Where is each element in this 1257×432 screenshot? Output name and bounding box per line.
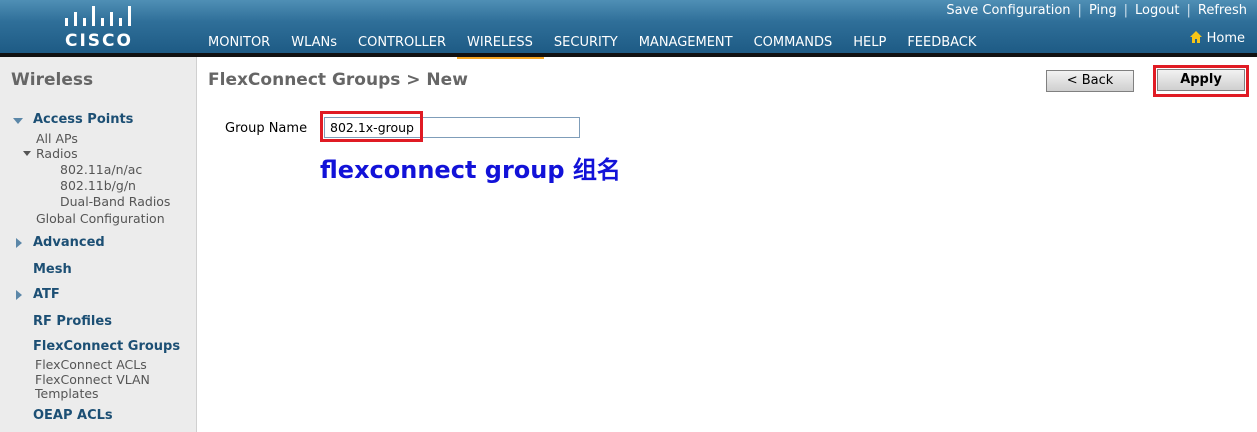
- expanded-arrow-small-icon[interactable]: [23, 151, 31, 156]
- separator: |: [1077, 3, 1082, 18]
- back-button[interactable]: < Back: [1046, 70, 1134, 92]
- sidebar-item-advanced[interactable]: Advanced: [33, 235, 105, 250]
- top-links: Save Configuration | Ping | Logout | Refresh: [946, 3, 1247, 18]
- page-title: FlexConnect Groups > New: [208, 70, 468, 90]
- sidebar-item-oeap-acls[interactable]: OEAP ACLs: [33, 408, 113, 423]
- refresh-link[interactable]: Refresh: [1198, 3, 1247, 18]
- sidebar-item-access-points[interactable]: Access Points: [33, 112, 133, 127]
- home-icon: [1189, 31, 1202, 43]
- sidebar-item-flexconnect-vlan[interactable]: FlexConnect VLAN: [35, 372, 150, 387]
- sidebar-item-flexconnect-vlan-templates[interactable]: Templates: [35, 386, 99, 401]
- group-name-label: Group Name: [225, 121, 308, 136]
- separator: |: [1186, 3, 1191, 18]
- cisco-logo-text: CISCO: [65, 31, 133, 51]
- sidebar-item-all-aps[interactable]: All APs: [36, 131, 78, 146]
- sidebar-item-flexconnect-acls[interactable]: FlexConnect ACLs: [35, 357, 147, 372]
- cisco-logo: CISCO: [58, 6, 140, 51]
- group-name-input[interactable]: [324, 117, 580, 138]
- sidebar-item-flexconnect-groups[interactable]: FlexConnect Groups: [33, 339, 180, 354]
- sidebar-item-radios[interactable]: Radios: [36, 146, 78, 161]
- ping-link[interactable]: Ping: [1089, 3, 1117, 18]
- annotation-text: flexconnect group 组名: [320, 156, 621, 184]
- apply-button[interactable]: Apply: [1157, 69, 1245, 91]
- expanded-arrow-icon[interactable]: [13, 118, 23, 124]
- collapsed-arrow-icon[interactable]: [16, 290, 22, 300]
- collapsed-arrow-icon[interactable]: [16, 238, 22, 248]
- sidebar-title: Wireless: [11, 70, 94, 90]
- top-header: CISCO Save Configuration | Ping | Logout | Ref…: [0, 0, 1257, 59]
- home-label: Home: [1206, 31, 1245, 46]
- sidebar-item-radio-80211a[interactable]: 802.11a/n/ac: [60, 162, 142, 177]
- sidebar-item-dual-band[interactable]: Dual-Band Radios: [60, 194, 170, 209]
- cisco-bars-icon: [65, 6, 131, 26]
- sidebar-item-radio-80211b[interactable]: 802.11b/g/n: [60, 178, 136, 193]
- sidebar-item-mesh[interactable]: Mesh: [33, 262, 72, 277]
- sidebar-item-rf-profiles[interactable]: RF Profiles: [33, 314, 112, 329]
- home-link[interactable]: Home: [1189, 31, 1245, 46]
- sidebar-item-global-configuration[interactable]: Global Configuration: [36, 211, 165, 226]
- save-configuration-link[interactable]: Save Configuration: [946, 3, 1070, 18]
- sidebar: Wireless Access Points All APs Radios 80…: [0, 57, 197, 432]
- sidebar-item-atf[interactable]: ATF: [33, 287, 60, 302]
- logout-link[interactable]: Logout: [1135, 3, 1180, 18]
- separator: |: [1123, 3, 1128, 18]
